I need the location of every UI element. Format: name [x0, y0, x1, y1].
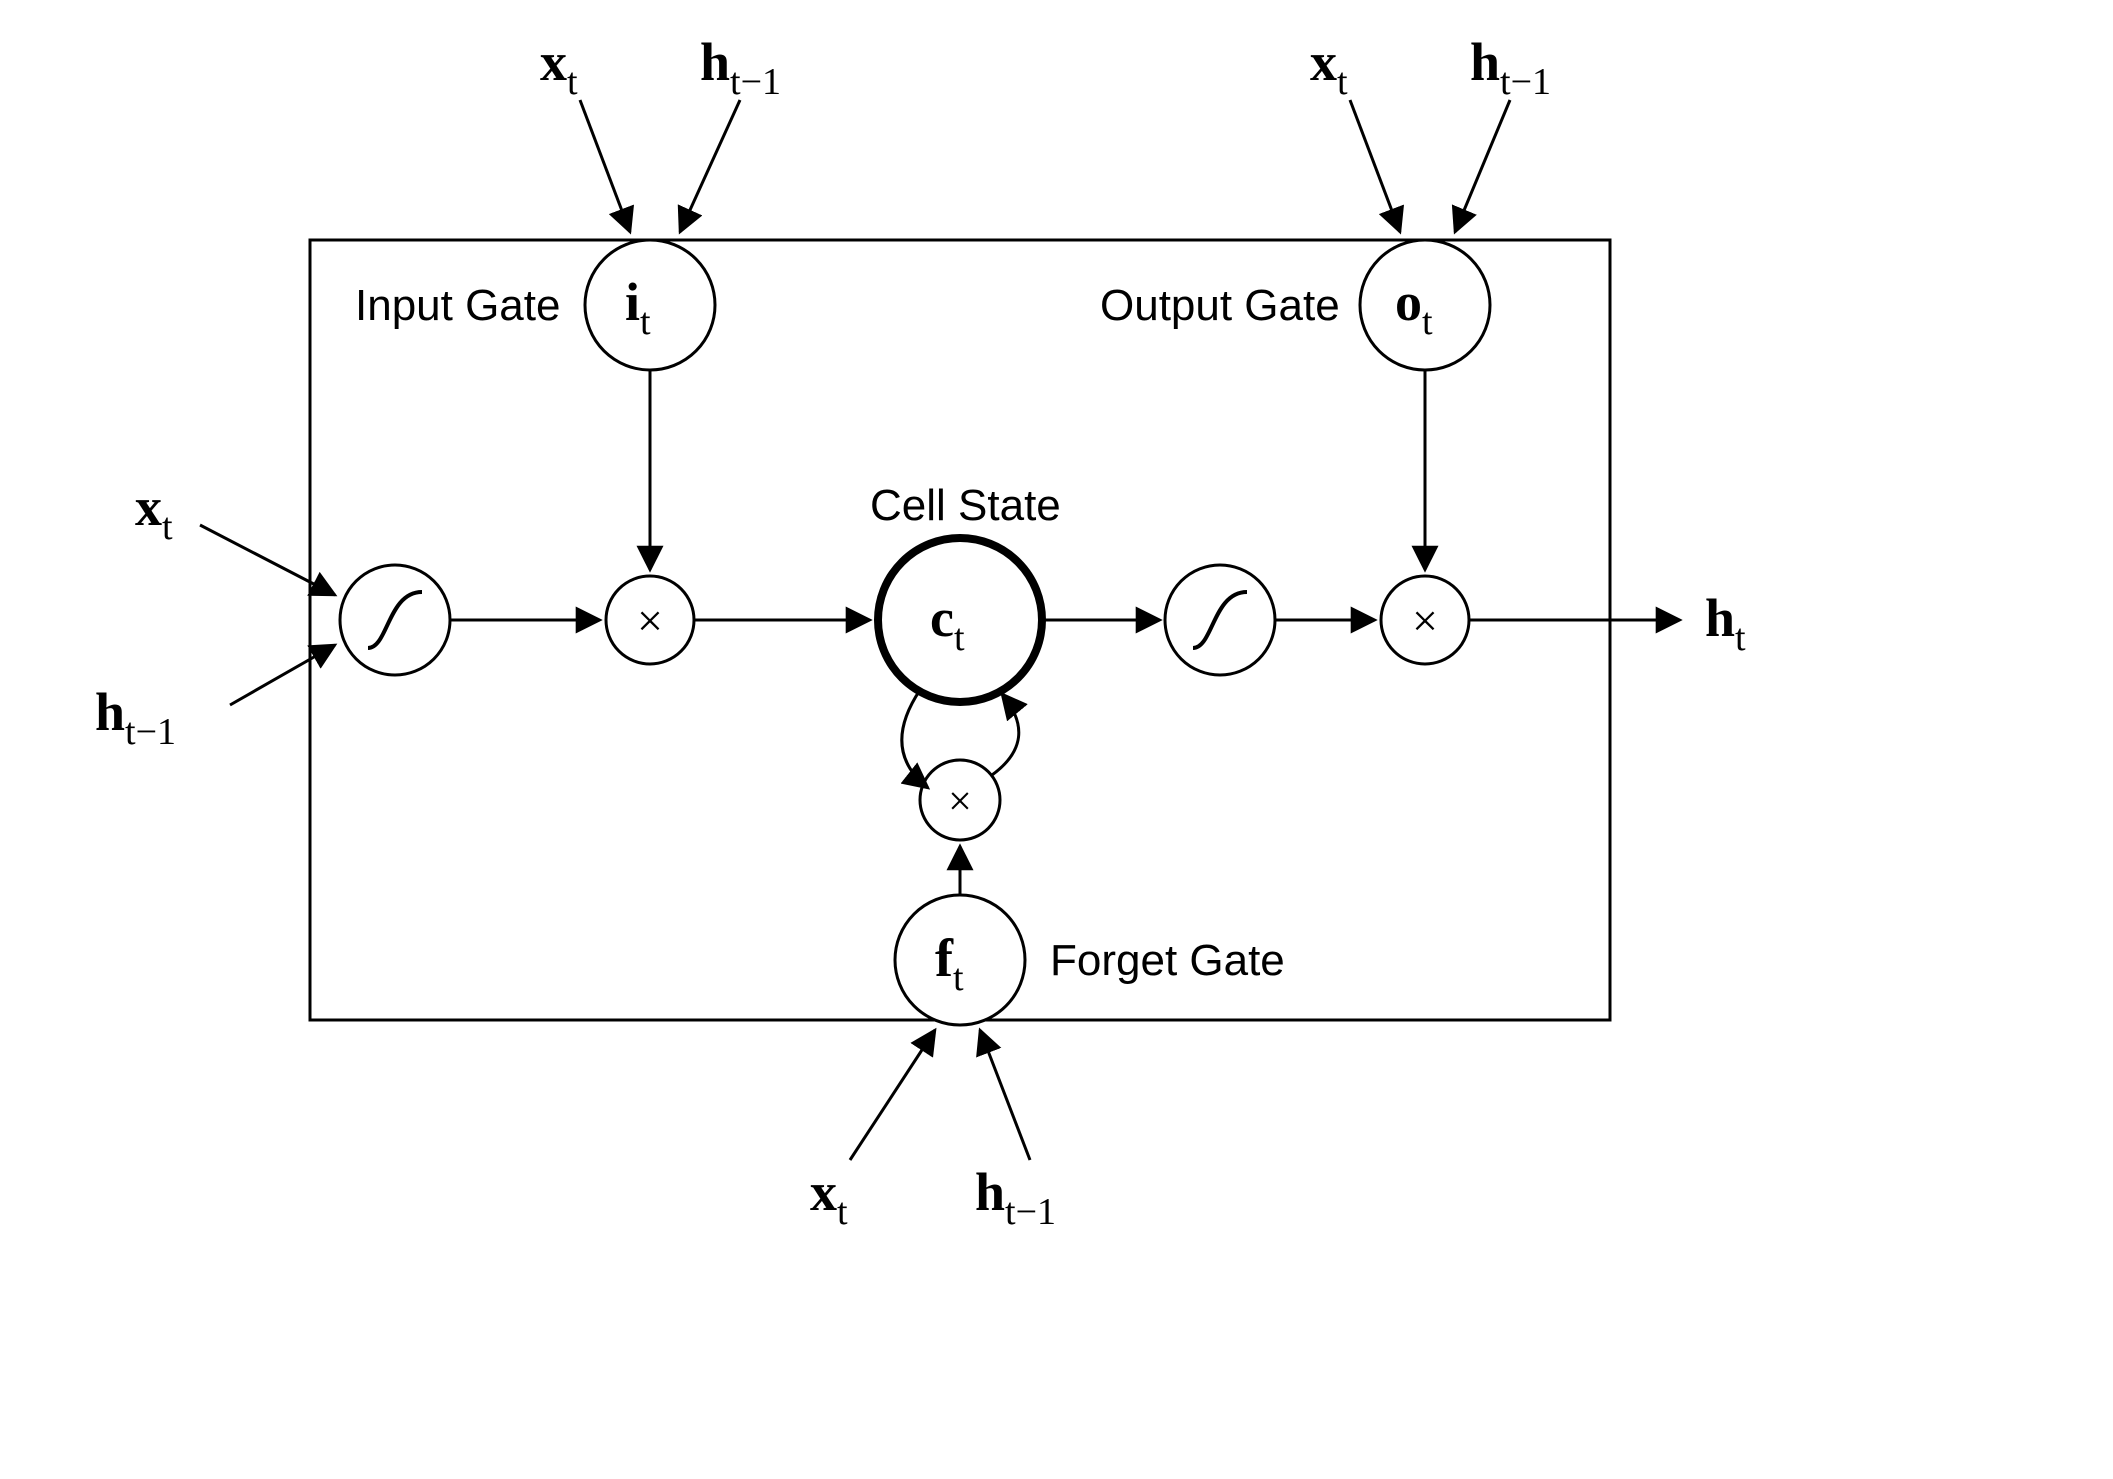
xt-label-left: xt	[135, 477, 173, 548]
arrow-hprev-to-ft	[980, 1030, 1030, 1160]
forget-gate-label: Forget Gate	[1050, 936, 1285, 985]
input-gate-label: Input Gate	[355, 281, 560, 330]
hprev-label-top-left: ht−1	[700, 32, 781, 103]
xt-label-bottom: xt	[810, 1162, 848, 1233]
hprev-label-left: ht−1	[95, 682, 176, 753]
arrow-hprev-to-ot	[1455, 100, 1510, 232]
multiply-node-output: ×	[1381, 576, 1469, 664]
arrow-xt-to-sigmoid	[200, 525, 335, 595]
arrow-hprev-to-sigmoid	[230, 645, 335, 705]
multiply-node-forget: ×	[920, 760, 1000, 840]
cell-state-label: Cell State	[870, 481, 1061, 530]
hprev-label-top-right: ht−1	[1470, 32, 1551, 103]
output-gate-label: Output Gate	[1100, 281, 1340, 330]
sigmoid-left-node	[340, 565, 450, 675]
multiply-icon: ×	[948, 779, 972, 825]
lstm-diagram: xt ht−1 xt ht−1 Input Gate it Output Gat…	[0, 0, 2113, 1479]
xt-label-top-left: xt	[540, 32, 578, 103]
xt-label-top-right: xt	[1310, 32, 1348, 103]
arrow-forgetmult-to-ct	[992, 694, 1019, 775]
arrow-xt-to-ot	[1350, 100, 1400, 232]
multiply-icon: ×	[637, 595, 663, 646]
arrow-xt-to-it	[580, 100, 630, 232]
arrow-ct-to-forgetmult	[902, 690, 928, 788]
sigmoid-right-node	[1165, 565, 1275, 675]
hprev-label-bottom: ht−1	[975, 1162, 1056, 1233]
ht-label-right: ht	[1705, 588, 1746, 659]
arrow-hprev-to-it	[680, 100, 740, 232]
multiply-node-input: ×	[606, 576, 694, 664]
arrow-xt-to-ft	[850, 1030, 935, 1160]
multiply-icon: ×	[1412, 595, 1438, 646]
